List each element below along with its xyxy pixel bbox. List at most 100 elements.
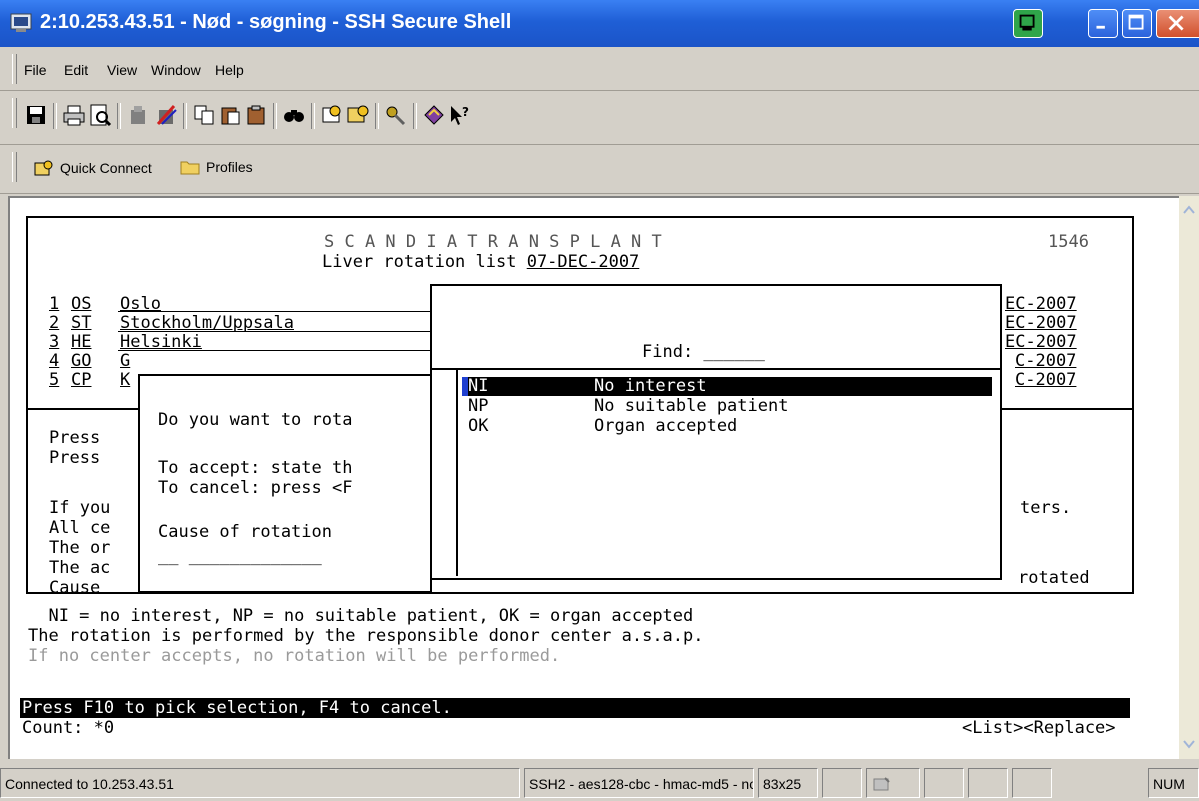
info-line: If you bbox=[49, 498, 111, 518]
option-code: NP bbox=[468, 396, 489, 416]
copy-icon[interactable] bbox=[192, 102, 216, 128]
menu-edit[interactable]: Edit bbox=[64, 62, 88, 78]
status-empty-panel bbox=[924, 768, 964, 798]
scroll-up-arrow-icon[interactable] bbox=[1179, 200, 1199, 220]
toolbar-grip[interactable] bbox=[12, 98, 17, 128]
status-bar: Connected to 10.253.43.51 SSH2 - aes128-… bbox=[0, 762, 1199, 801]
svg-text:?: ? bbox=[462, 105, 469, 119]
center-num: 1 bbox=[49, 294, 60, 314]
title-bar[interactable]: 2:10.253.43.51 - Nød - søgning - SSH Sec… bbox=[0, 0, 1199, 47]
dialog-question: Do you want to rota bbox=[158, 410, 353, 430]
quick-connect-button[interactable]: Quick Connect bbox=[34, 159, 152, 177]
header-code: 1546 bbox=[1048, 232, 1089, 252]
legend-line: NI = no interest, NP = no suitable patie… bbox=[28, 606, 694, 626]
help-book-icon[interactable] bbox=[422, 102, 446, 128]
scroll-down-arrow-icon[interactable] bbox=[1179, 734, 1199, 754]
center-num: 2 bbox=[49, 313, 60, 333]
count-readout: Count: *0 bbox=[22, 718, 115, 738]
center-date: C-2007 bbox=[1015, 370, 1077, 390]
vertical-scrollbar[interactable] bbox=[1179, 196, 1199, 759]
info-line: Press bbox=[49, 448, 101, 468]
center-num: 5 bbox=[49, 370, 60, 390]
center-name: Stockholm/Uppsala bbox=[120, 313, 294, 333]
cipher-status: SSH2 - aes128-cbc - hmac-md5 - none bbox=[524, 768, 754, 798]
whats-this-icon[interactable]: ? bbox=[448, 102, 472, 128]
paste-icon[interactable] bbox=[218, 102, 242, 128]
minimize-button[interactable] bbox=[1088, 9, 1118, 38]
profiles-button[interactable]: Profiles bbox=[180, 159, 253, 175]
status-empty-panel bbox=[968, 768, 1008, 798]
quickbar-grip[interactable] bbox=[12, 152, 17, 182]
quick-connect-bar: Quick Connect Profiles bbox=[0, 145, 1199, 194]
info-line: Press bbox=[49, 428, 101, 448]
menu-view[interactable]: View bbox=[107, 62, 137, 78]
option-row[interactable]: NP No suitable patient bbox=[462, 396, 992, 416]
status-lock-panel bbox=[866, 768, 920, 798]
lock-icon bbox=[873, 777, 890, 791]
center-date: EC-2007 bbox=[1005, 332, 1077, 352]
rotation-dialog: Do you want to rota To accept: state th … bbox=[138, 374, 432, 593]
toolbar-separator bbox=[53, 103, 57, 129]
app-icon bbox=[10, 13, 32, 32]
find-icon[interactable] bbox=[282, 102, 306, 128]
quick-connect-icon bbox=[34, 160, 53, 176]
option-text: Organ accepted bbox=[594, 416, 738, 436]
connection-status: Connected to 10.253.43.51 bbox=[0, 768, 520, 798]
find-divider bbox=[432, 368, 1000, 370]
keys-icon[interactable] bbox=[1013, 9, 1043, 38]
menu-window[interactable]: Window bbox=[151, 62, 201, 78]
find-popup: Find: ______ NI No interest NP No suitab… bbox=[430, 284, 1002, 580]
center-code: GO bbox=[71, 351, 92, 371]
center-num: 4 bbox=[49, 351, 60, 371]
toolbar-separator bbox=[413, 103, 417, 129]
print-icon[interactable] bbox=[62, 102, 86, 128]
paste-special-icon[interactable] bbox=[244, 102, 268, 128]
key-help-bar: Press F10 to pick selection, F4 to cance… bbox=[20, 698, 1130, 718]
new-file-transfer-icon[interactable] bbox=[126, 102, 150, 128]
close-button[interactable] bbox=[1156, 9, 1199, 38]
maximize-button[interactable] bbox=[1122, 9, 1152, 38]
center-code: HE bbox=[71, 332, 92, 352]
dialog-accept-text: To accept: state th bbox=[158, 458, 353, 478]
profiles-label: Profiles bbox=[206, 159, 253, 175]
settings-icon[interactable] bbox=[320, 102, 344, 128]
disconnect-icon[interactable] bbox=[154, 102, 178, 128]
profile-icon[interactable] bbox=[346, 102, 370, 128]
option-code: OK bbox=[468, 416, 489, 436]
menu-file[interactable]: File bbox=[24, 62, 47, 78]
center-name: Helsinki bbox=[120, 332, 202, 352]
print-preview-icon[interactable] bbox=[88, 102, 112, 128]
terminal-size: 83x25 bbox=[758, 768, 818, 798]
center-field-line bbox=[118, 350, 430, 351]
option-text: No suitable patient bbox=[594, 396, 789, 416]
key-icon[interactable] bbox=[384, 102, 408, 128]
num-lock-indicator: NUM bbox=[1148, 768, 1199, 798]
info-line: The ac bbox=[49, 558, 111, 578]
save-icon[interactable] bbox=[24, 102, 48, 128]
info-line: Cause bbox=[49, 578, 101, 598]
menu-grip[interactable] bbox=[12, 54, 17, 84]
center-name: G bbox=[120, 351, 131, 371]
find-label[interactable]: Find: ______ bbox=[642, 342, 765, 362]
mode-indicator: <List><Replace> bbox=[962, 718, 1116, 738]
toolbar-separator bbox=[273, 103, 277, 129]
menu-bar: File Edit View Window Help bbox=[0, 47, 1199, 91]
center-code: CP bbox=[71, 370, 92, 390]
terminal-screen[interactable]: S C A N D I A T R A N S P L A N T 1546 L… bbox=[8, 196, 1179, 759]
option-text: No interest bbox=[594, 376, 707, 396]
no-rotation-info-line: If no center accepts, no rotation will b… bbox=[28, 646, 561, 666]
header-title: S C A N D I A T R A N S P L A N T bbox=[324, 232, 662, 252]
option-row[interactable]: OK Organ accepted bbox=[462, 416, 992, 436]
menu-help[interactable]: Help bbox=[215, 62, 244, 78]
option-row-selected[interactable]: NI No interest bbox=[462, 376, 992, 396]
center-date: EC-2007 bbox=[1005, 313, 1077, 333]
status-empty-panel bbox=[822, 768, 862, 798]
option-code: NI bbox=[468, 376, 489, 396]
cause-field[interactable]: __ _____________ bbox=[158, 546, 322, 566]
info-line: All ce bbox=[49, 518, 111, 538]
info-line: The or bbox=[49, 538, 111, 558]
quick-connect-label: Quick Connect bbox=[60, 160, 152, 176]
center-num: 3 bbox=[49, 332, 60, 352]
toolbar-separator bbox=[117, 103, 121, 129]
center-code: OS bbox=[71, 294, 92, 314]
